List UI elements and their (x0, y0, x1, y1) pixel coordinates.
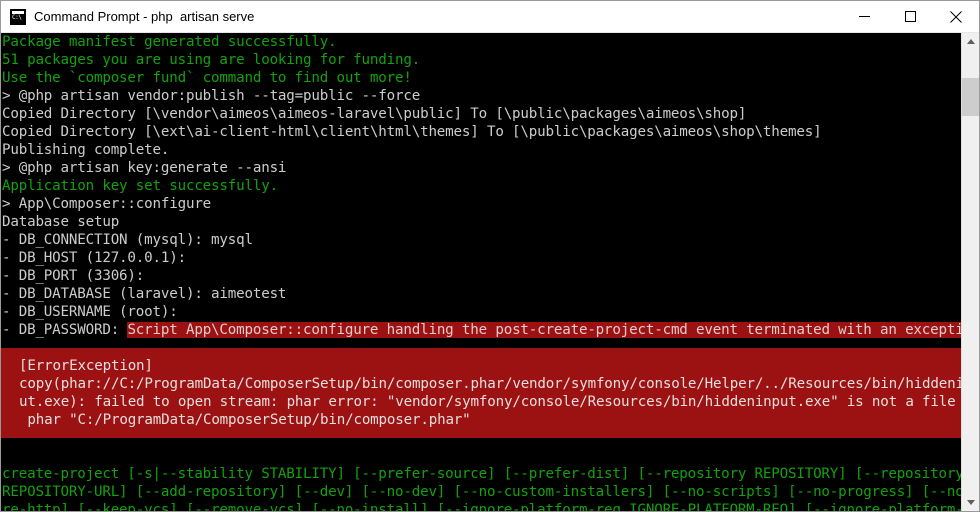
maximize-button[interactable] (887, 1, 933, 32)
console-line: Publishing complete. (2, 142, 170, 158)
console-line: - DB_USERNAME (root): (2, 304, 178, 320)
console-line: > @php artisan vendor:publish --tag=publ… (2, 88, 421, 104)
error-line: copy(phar://C:/ProgramData/ComposerSetup… (19, 376, 961, 392)
error-line: phar "C:/ProgramData/ComposerSetup/bin/c… (19, 412, 471, 428)
console-line: Database setup (2, 214, 120, 230)
error-block: [ErrorException] copy(phar://C:/ProgramDa… (1, 348, 961, 438)
console-line-db-password: - DB_PASSWORD: Script App\Composer::conf… (1, 321, 961, 339)
error-line: [ErrorException] (19, 358, 153, 374)
console-line: - DB_DATABASE (laravel): aimeotest (2, 286, 287, 302)
scroll-thumb[interactable] (962, 78, 979, 116)
window-controls (841, 1, 979, 32)
console-line: - DB_CONNECTION (mysql): mysql (2, 232, 253, 248)
vertical-scrollbar[interactable] (961, 33, 979, 511)
minimize-button[interactable] (841, 1, 887, 32)
console-line: Application key set successfully. (2, 178, 278, 194)
scroll-down-arrow[interactable] (962, 494, 979, 511)
console-output[interactable]: Package manifest generated successfully.… (1, 33, 961, 511)
console-line: Copied Directory [\vendor\aimeos\aimeos-… (2, 106, 747, 122)
console-line: Use the `composer fund` command to find … (2, 70, 412, 86)
usage-line: create-project [-s|--stability STABILITY… (2, 466, 961, 482)
db-password-prompt: - DB_PASSWORD: (2, 322, 128, 338)
console-line: Package manifest generated successfully. (2, 34, 337, 50)
console-icon (10, 8, 26, 25)
scrollbar-track[interactable] (962, 50, 979, 494)
exception-banner: Script App\Composer::configure handling … (127, 322, 961, 338)
console-line: - DB_HOST (127.0.0.1): (2, 250, 186, 266)
console-line: > App\Composer::configure (2, 196, 212, 212)
console-line: > @php artisan key:generate --ansi (2, 160, 287, 176)
command-prompt-window: Command Prompt - php artisan serve (0, 0, 980, 512)
usage-line: REPOSITORY-URL] [--add-repository] [--de… (2, 484, 961, 500)
error-line: ut.exe): failed to open stream: phar err… (19, 394, 961, 410)
console-line: 51 packages you are using are looking fo… (2, 52, 421, 68)
console-line: - DB_PORT (3306): (2, 268, 145, 284)
console-line: Copied Directory [\ext\ai-client-html\cl… (2, 124, 822, 140)
usage-line: re-http] [--keep-vcs] [--remove-vcs] [--… (2, 502, 961, 511)
title-bar[interactable]: Command Prompt - php artisan serve (1, 1, 979, 33)
close-button[interactable] (933, 1, 979, 32)
scroll-up-arrow[interactable] (962, 33, 979, 50)
console-area: Package manifest generated successfully.… (1, 33, 979, 511)
window-title: Command Prompt - php artisan serve (34, 9, 255, 24)
